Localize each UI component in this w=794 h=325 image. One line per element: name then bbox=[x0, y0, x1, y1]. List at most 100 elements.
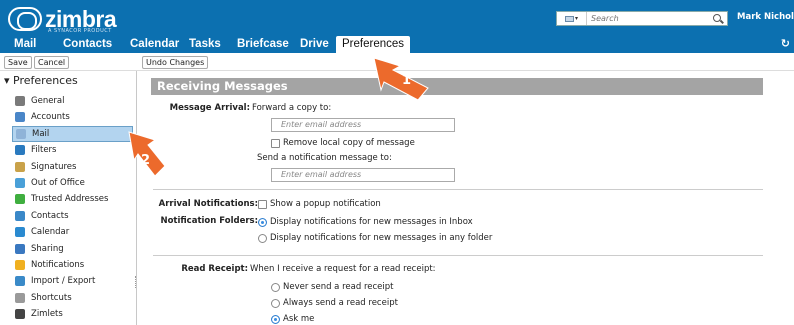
divider bbox=[153, 255, 763, 256]
sidebar-item-filters[interactable]: Filters bbox=[12, 142, 137, 158]
send-notification-label: Send a notification message to: bbox=[257, 153, 392, 163]
callout-1-number: 1 bbox=[402, 73, 411, 88]
radio-selected-icon bbox=[271, 314, 280, 324]
tab-drive[interactable]: Drive bbox=[300, 36, 329, 53]
top-bar: zimbra A SYNACOR PRODUCT ▾ Mark Nichols … bbox=[0, 0, 794, 36]
sidebar-item-label: Trusted Addresses bbox=[31, 194, 109, 205]
sidebar-resize-handle[interactable] bbox=[135, 276, 137, 288]
app-tabs: Mail Contacts Calendar Tasks Briefcase D… bbox=[0, 36, 794, 54]
search-icon[interactable] bbox=[713, 14, 721, 22]
notify-any-folder-radio[interactable]: Display notifications for new messages i… bbox=[258, 233, 492, 243]
sidebar-item-label: Sharing bbox=[31, 243, 64, 254]
undo-changes-button[interactable]: Undo Changes bbox=[142, 56, 209, 69]
zimbra-logo[interactable]: zimbra A SYNACOR PRODUCT bbox=[8, 4, 117, 34]
sidebar-item-signatures[interactable]: Signatures bbox=[12, 159, 137, 175]
sidebar-item-label: Calendar bbox=[31, 227, 70, 238]
sidebar-item-general[interactable]: General bbox=[12, 93, 137, 109]
tab-briefcase[interactable]: Briefcase bbox=[237, 36, 289, 53]
user-menu[interactable]: Mark Nichols ▾ bbox=[737, 12, 794, 22]
sidebar-item-zimlets[interactable]: Zimlets bbox=[12, 306, 137, 322]
message-arrival-label: Message Arrival: bbox=[169, 103, 250, 113]
tab-mail[interactable]: Mail bbox=[14, 36, 36, 53]
never-send-receipt-radio[interactable]: Never send a read receipt bbox=[271, 282, 393, 292]
sidebar-item-label: Contacts bbox=[31, 210, 69, 221]
chevron-down-icon: ▾ bbox=[574, 15, 578, 22]
remove-local-copy-checkbox[interactable]: Remove local copy of message bbox=[271, 138, 415, 148]
preferences-sidebar: ▾ Preferences General Accounts Mail Filters… bbox=[0, 71, 137, 325]
filter-icon bbox=[15, 145, 25, 156]
notify-any-folder-label: Display notifications for new messages i… bbox=[270, 233, 493, 243]
keyboard-icon bbox=[15, 292, 25, 303]
arrival-notifications-label: Arrival Notifications: bbox=[158, 199, 258, 209]
sidebar-item-calendar[interactable]: Calendar bbox=[12, 224, 137, 240]
radio-icon bbox=[258, 233, 267, 243]
accounts-icon bbox=[15, 112, 25, 123]
sidebar-item-label: Signatures bbox=[31, 161, 77, 172]
radio-icon bbox=[271, 282, 280, 292]
sidebar-item-import-export[interactable]: Import / Export bbox=[12, 273, 137, 289]
out-of-office-icon bbox=[15, 178, 25, 188]
zimlets-icon bbox=[15, 309, 25, 320]
collapse-triangle-icon: ▾ bbox=[4, 74, 10, 87]
logo-mark-icon bbox=[8, 7, 42, 31]
signature-icon bbox=[15, 161, 25, 172]
tab-tasks[interactable]: Tasks bbox=[189, 36, 221, 53]
sidebar-item-sharing[interactable]: Sharing bbox=[12, 241, 137, 257]
notify-inbox-radio[interactable]: Display notifications for new messages i… bbox=[258, 217, 473, 227]
popup-notification-label: Show a popup notification bbox=[270, 199, 381, 209]
callout-2-number: 2 bbox=[141, 153, 150, 168]
cancel-button[interactable]: Cancel bbox=[34, 56, 70, 69]
sidebar-item-accounts[interactable]: Accounts bbox=[12, 109, 137, 125]
shield-check-icon bbox=[15, 194, 25, 205]
always-send-receipt-radio[interactable]: Always send a read receipt bbox=[271, 298, 398, 308]
callout-2-arrow: 2 bbox=[128, 131, 166, 177]
radio-selected-icon bbox=[258, 217, 267, 227]
checkbox-box bbox=[271, 138, 280, 148]
calendar-icon bbox=[15, 227, 25, 238]
sidebar-item-label: Out of Office bbox=[31, 178, 85, 188]
forward-email-field[interactable]: Enter email address bbox=[271, 118, 455, 132]
search-bar: ▾ bbox=[556, 11, 728, 26]
mail-icon bbox=[16, 128, 26, 139]
sidebar-item-shortcuts[interactable]: Shortcuts bbox=[12, 290, 137, 306]
notify-inbox-label: Display notifications for new messages i… bbox=[270, 217, 473, 227]
save-button[interactable]: Save bbox=[4, 56, 32, 69]
sidebar-title: Preferences bbox=[13, 74, 78, 87]
remove-local-copy-label: Remove local copy of message bbox=[283, 138, 415, 148]
sidebar-item-label: Import / Export bbox=[31, 276, 96, 287]
sidebar-item-trusted-addresses[interactable]: Trusted Addresses bbox=[12, 191, 137, 207]
read-receipt-label: Read Receipt: bbox=[181, 264, 248, 274]
sidebar-item-contacts[interactable]: Contacts bbox=[12, 208, 137, 224]
mail-icon bbox=[564, 15, 574, 22]
sidebar-item-out-of-office[interactable]: Out of Office bbox=[12, 175, 137, 191]
forward-copy-label: Forward a copy to: bbox=[252, 103, 332, 113]
ask-me-radio[interactable]: Ask me bbox=[271, 314, 314, 324]
sidebar-item-label: Filters bbox=[31, 145, 57, 156]
search-type-dropdown[interactable]: ▾ bbox=[557, 12, 587, 25]
read-receipt-prompt: When I receive a request for a read rece… bbox=[250, 264, 436, 274]
checkbox-box bbox=[258, 199, 267, 209]
preferences-main: Receiving Messages Message Arrival: Forw… bbox=[138, 71, 794, 325]
tab-contacts[interactable]: Contacts bbox=[63, 36, 112, 53]
section-title: Receiving Messages bbox=[151, 78, 763, 95]
sidebar-header[interactable]: ▾ Preferences bbox=[4, 74, 78, 87]
sidebar-item-label: Zimlets bbox=[31, 309, 63, 320]
sidebar-item-label: General bbox=[31, 96, 65, 106]
sharing-icon bbox=[15, 243, 25, 254]
search-input[interactable] bbox=[587, 14, 707, 23]
user-name: Mark Nichols bbox=[737, 12, 794, 22]
refresh-icon[interactable]: ↻ bbox=[781, 37, 790, 50]
tab-calendar[interactable]: Calendar bbox=[130, 36, 179, 53]
always-send-receipt-label: Always send a read receipt bbox=[283, 298, 398, 308]
popup-notification-checkbox[interactable]: Show a popup notification bbox=[258, 199, 381, 209]
notification-email-field[interactable]: Enter email address bbox=[271, 168, 455, 182]
sidebar-item-label: Accounts bbox=[31, 112, 70, 123]
callout-1-arrow: 1 bbox=[373, 57, 429, 101]
logo-wordmark: zimbra bbox=[45, 6, 117, 32]
logo-tagline: A SYNACOR PRODUCT bbox=[48, 28, 112, 34]
notification-folders-label: Notification Folders: bbox=[160, 216, 258, 226]
sidebar-item-notifications[interactable]: Notifications bbox=[12, 257, 137, 273]
radio-icon bbox=[271, 298, 280, 308]
sidebar-item-mail[interactable]: Mail bbox=[12, 125, 133, 142]
contacts-icon bbox=[15, 210, 25, 221]
